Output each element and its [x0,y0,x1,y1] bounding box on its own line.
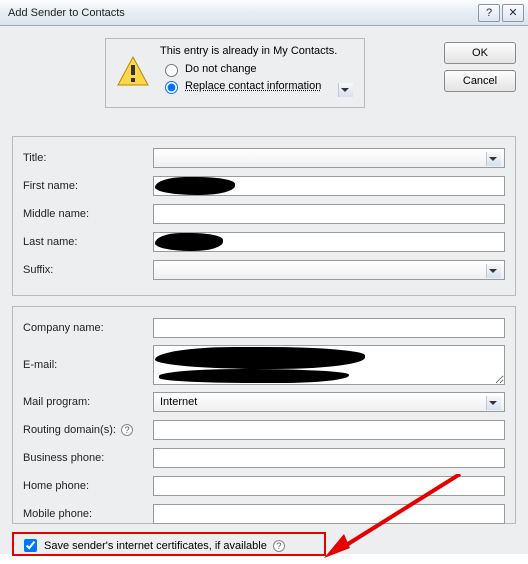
label-first-name: First name: [23,180,153,192]
label-last-name: Last name: [23,236,153,248]
help-button[interactable]: ? [478,4,500,22]
radio-do-not-change[interactable] [165,64,178,77]
label-title: Title: [23,152,153,164]
radio-label: Replace contact information [185,80,356,92]
label-suffix: Suffix: [23,264,153,276]
company-input[interactable] [153,318,505,338]
mail-program-select[interactable]: Internet [153,392,505,412]
label-home-phone: Home phone: [23,480,153,492]
redacted-text [155,233,223,251]
label-routing: Routing domain(s): ? [23,424,153,436]
redacted-text [159,369,349,383]
label-mobile-phone: Mobile phone: [23,508,153,520]
notice-heading: This entry is already in My Contacts. [160,45,356,57]
radio-label: Do not change [185,63,257,75]
label-email: E-mail: [23,359,153,371]
option-do-not-change[interactable]: Do not change [160,61,356,77]
home-phone-input[interactable] [153,476,505,496]
save-certificates-option[interactable]: Save sender's internet certificates, if … [20,536,285,555]
contact-group: Company name: E-mail: Mail program: Inte… [12,306,516,524]
help-icon[interactable]: ? [273,540,285,552]
save-certificates-checkbox[interactable] [24,539,37,552]
cancel-button[interactable]: Cancel [444,70,516,92]
suffix-select[interactable] [153,260,505,280]
business-phone-input[interactable] [153,448,505,468]
close-button[interactable]: ✕ [502,4,524,22]
help-icon[interactable]: ? [121,424,133,436]
option-replace[interactable]: Replace contact information [160,78,356,94]
close-icon: ✕ [508,6,517,19]
redacted-text [155,177,235,195]
ok-button[interactable]: OK [444,42,516,64]
middle-name-input[interactable] [153,204,505,224]
label-business-phone: Business phone: [23,452,153,464]
select-value: Internet [160,396,197,408]
dialog-client: OK Cancel This entry is already in My Co… [0,26,528,554]
label-text: Routing domain(s): [23,424,116,436]
label-mail-program: Mail program: [23,396,153,408]
routing-input[interactable] [153,420,505,440]
title-select[interactable] [153,148,505,168]
radio-replace[interactable] [165,81,178,94]
warning-icon [116,55,150,89]
checkbox-label: Save sender's internet certificates, if … [44,540,267,552]
label-middle-name: Middle name: [23,208,153,220]
existing-contact-notice: This entry is already in My Contacts. Do… [105,38,365,108]
help-icon: ? [486,7,492,19]
label-company: Company name: [23,322,153,334]
title-bar: Add Sender to Contacts ? ✕ [0,0,528,26]
redacted-text [155,347,365,369]
mobile-phone-input[interactable] [153,504,505,524]
name-group: Title: First name: Middle name: Last nam… [12,136,516,296]
window-title: Add Sender to Contacts [8,7,476,19]
dialog-buttons: OK Cancel [444,42,516,98]
